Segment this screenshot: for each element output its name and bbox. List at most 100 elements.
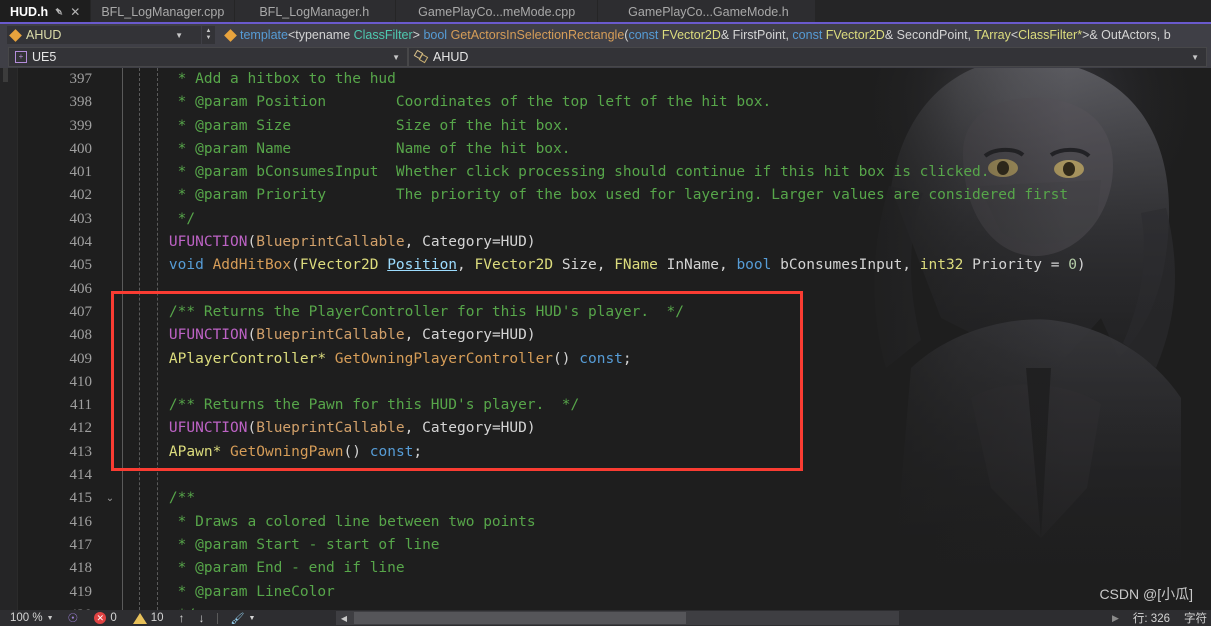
scroll-left-arrow[interactable]: ◀ [336,614,352,623]
code-text: APlayerController* GetOwningPlayerContro… [134,348,632,371]
code-line[interactable]: 413 APawn* GetOwningPawn() const; [0,441,1211,464]
code-line[interactable]: 405 void AddHitBox(FVector2D Position, F… [0,254,1211,277]
sig-const2: const [792,28,826,42]
code-line[interactable]: 403 */ [0,208,1211,231]
warning-icon [132,612,147,624]
sig-firstpoint: & FirstPoint, [720,28,793,42]
code-token: , Category=HUD) [404,327,536,344]
code-line[interactable]: 418 * @param End - end if line [0,557,1211,580]
code-line[interactable]: 397 * Add a hitbox to the hud [0,68,1211,91]
scope-dropdown[interactable]: AHUD ▼ [6,25,202,45]
warning-count[interactable]: 10 [125,612,172,624]
scope-dropdown-label: AHUD [26,28,62,42]
line-number: 414 [69,467,93,484]
code-line[interactable]: 416 * Draws a colored line between two p… [0,511,1211,534]
project-dropdown[interactable]: + UE5 ▼ [8,47,408,67]
error-count[interactable]: ✕ 0 [86,612,124,624]
code-token: * @param End - end if line [134,560,405,577]
line-number: 413 [69,443,93,460]
line-number: 417 [69,536,93,553]
code-token: BlueprintCallable [256,420,405,437]
previous-issue-button[interactable]: ↑ [172,611,192,625]
code-token: * @param Position Coordinates of the top… [134,94,772,111]
tab-bfl-logmanager-cpp[interactable]: BFL_LogManager.cpp [91,0,236,24]
code-editor[interactable]: 397 * Add a hitbox to the hud 398 * @para… [0,68,1211,610]
code-line[interactable]: 399 * @param Size Size of the hit box. [0,115,1211,138]
zoom-dropdown[interactable]: 100 % ▼ [0,612,60,624]
line-number: 419 [69,583,93,600]
horizontal-scrollbar[interactable]: ◀ [336,611,899,625]
code-token: APlayerController* [168,350,327,367]
pin-icon[interactable]: ✒ [51,3,68,20]
code-token: */ [134,210,196,227]
class-dropdown-label: AHUD [433,50,469,64]
code-token: ( [247,234,257,251]
code-text: * Add a hitbox to the hud [134,68,396,91]
code-line[interactable]: 417 * @param Start - start of line [0,534,1211,557]
code-token: * Draws a colored line between two point… [134,513,536,530]
code-token: const [369,443,414,460]
code-line[interactable]: 400 * @param Name Name of the hit box. [0,138,1211,161]
code-line[interactable]: 419 * @param LineColor [0,581,1211,604]
code-token: 0 [1068,257,1077,274]
tab-hud-h[interactable]: HUD.h ✒ ✕ [0,0,92,26]
line-number: 400 [69,140,93,157]
error-icon: ✕ [94,612,107,624]
tab-label: GamePlayCo...meMode.cpp [418,5,576,19]
code-token: ; [622,350,632,367]
code-token: * @param Name Name of the hit box. [134,140,571,157]
chevron-down-icon: ▼ [46,614,54,622]
code-line[interactable]: 407 /** Returns the PlayerController for… [0,301,1211,324]
code-cleanup-button[interactable]: 🖌 ▼ [223,612,264,625]
code-text: * @param Size Size of the hit box. [134,115,571,138]
code-text: /** Returns the PlayerController for thi… [134,301,684,324]
scope-spinner[interactable]: ▲ ▼ [202,25,216,45]
code-text: * Draws a colored line between two point… [134,511,536,534]
line-number: 403 [69,210,93,227]
zoom-level-label: 100 % [10,612,43,624]
ear-icon: ☉ [67,611,79,625]
line-number: 415 [69,490,93,507]
code-line[interactable]: 409 APlayerController* GetOwningPlayerCo… [0,348,1211,371]
code-token: ) [1076,257,1086,274]
code-text: * @param Priority The priority of the bo… [134,184,1068,207]
code-token: void [168,257,204,274]
cpp-project-icon: + [15,51,27,63]
next-issue-button[interactable]: ↓ [192,611,212,625]
code-line[interactable]: 401 * @param bConsumesInput Whether clic… [0,161,1211,184]
code-lines[interactable]: 397 * Add a hitbox to the hud 398 * @para… [0,68,1211,610]
caret-status: ▶ 行: 326 字符 [1112,610,1211,626]
code-line[interactable]: 404 UFUNCTION(BlueprintCallable, Categor… [0,231,1211,254]
class-dropdown[interactable]: AHUD ▼ [408,47,1207,67]
close-icon[interactable]: ✕ [70,6,80,18]
line-number: 402 [69,187,93,204]
code-token: , [457,257,475,274]
code-line[interactable]: 410 [0,371,1211,394]
code-line[interactable]: 408 UFUNCTION(BlueprintCallable, Categor… [0,324,1211,347]
code-token: Priority = [963,257,1069,274]
tab-label: GamePlayCo...GameMode.h [628,5,789,19]
fold-toggle-icon[interactable]: ⌄ [104,487,116,510]
code-line[interactable]: 414 [0,464,1211,487]
code-line[interactable]: 402 * @param Priority The priority of th… [0,184,1211,207]
code-token: * Add a hitbox to the hud [134,71,396,87]
tab-gameplay-gamemode-h[interactable]: GamePlayCo...GameMode.h [598,0,816,24]
code-token: const [579,350,623,367]
tab-bfl-logmanager-h[interactable]: BFL_LogManager.h [235,0,397,24]
scrollbar-thumb[interactable] [354,612,686,624]
code-line[interactable]: 398 * @param Position Coordinates of the… [0,91,1211,114]
code-line[interactable]: 411 /** Returns the Pawn for this HUD's … [0,394,1211,417]
line-number-status: 行: 326 [1132,613,1170,625]
line-number: 418 [69,560,93,577]
code-line[interactable]: 415 ⌄ /** [0,487,1211,510]
code-text: */ [134,208,195,231]
code-line[interactable]: 406 [0,278,1211,301]
tab-gameplay-gamemode-cpp[interactable]: GamePlayCo...meMode.cpp [396,0,599,24]
member-signature[interactable]: template<typename ClassFilter> bool GetA… [216,28,1211,42]
code-line[interactable]: 412 UFUNCTION(BlueprintCallable, Categor… [0,417,1211,440]
intellisense-status-icon[interactable]: ☉ [60,611,87,625]
